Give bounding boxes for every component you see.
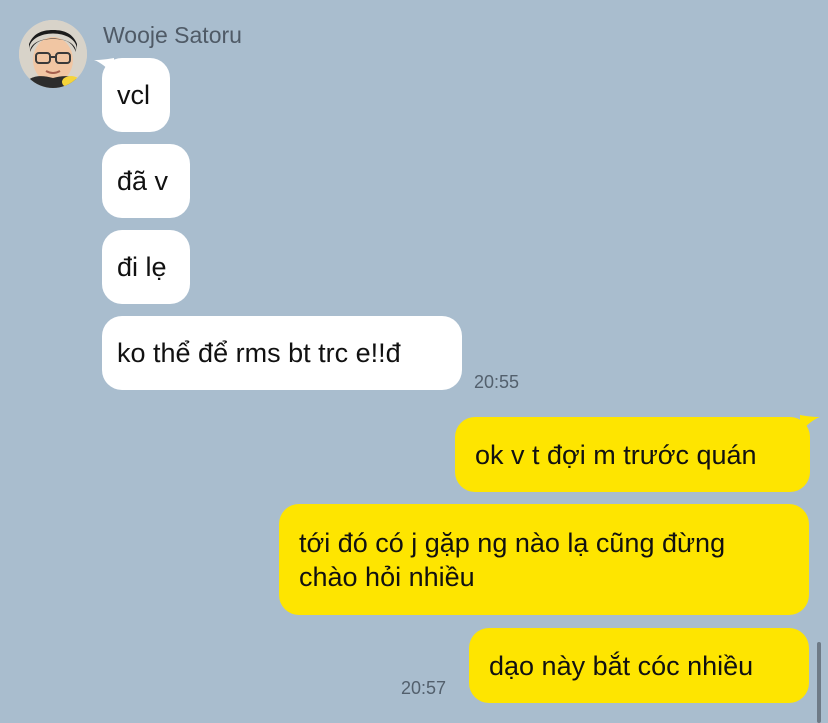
outgoing-message[interactable]: tới đó có j gặp ng nào lạ cũng đừng chào… bbox=[279, 504, 809, 615]
message-timestamp: 20:55 bbox=[474, 372, 520, 392]
incoming-message[interactable]: ko thể để rms bt trc e!!đ bbox=[102, 316, 462, 390]
avatar-photo bbox=[19, 20, 87, 88]
message-text-line: chào hỏi nhiều bbox=[299, 561, 475, 592]
avatar[interactable] bbox=[19, 20, 87, 88]
message-text: dạo này bắt cóc nhiều bbox=[489, 650, 754, 681]
outgoing-message[interactable]: ok v t đợi m trước quán bbox=[455, 417, 810, 492]
outgoing-message[interactable]: dạo này bắt cóc nhiều bbox=[469, 628, 809, 703]
message-text: đi lẹ bbox=[117, 252, 167, 282]
message-text-line: tới đó có j gặp ng nào lạ cũng đừng bbox=[299, 527, 726, 558]
message-timestamp: 20:57 bbox=[401, 678, 447, 698]
incoming-message[interactable]: vcl bbox=[102, 58, 170, 132]
message-text: ko thể để rms bt trc e!!đ bbox=[117, 338, 401, 368]
message-text: vcl bbox=[117, 80, 150, 110]
incoming-message[interactable]: đi lẹ bbox=[102, 230, 190, 304]
incoming-message[interactable]: đã v bbox=[102, 144, 190, 218]
message-text: đã v bbox=[117, 166, 169, 196]
sender-name: Wooje Satoru bbox=[103, 22, 242, 48]
message-text: ok v t đợi m trước quán bbox=[475, 439, 757, 470]
scrollbar[interactable] bbox=[817, 642, 821, 723]
